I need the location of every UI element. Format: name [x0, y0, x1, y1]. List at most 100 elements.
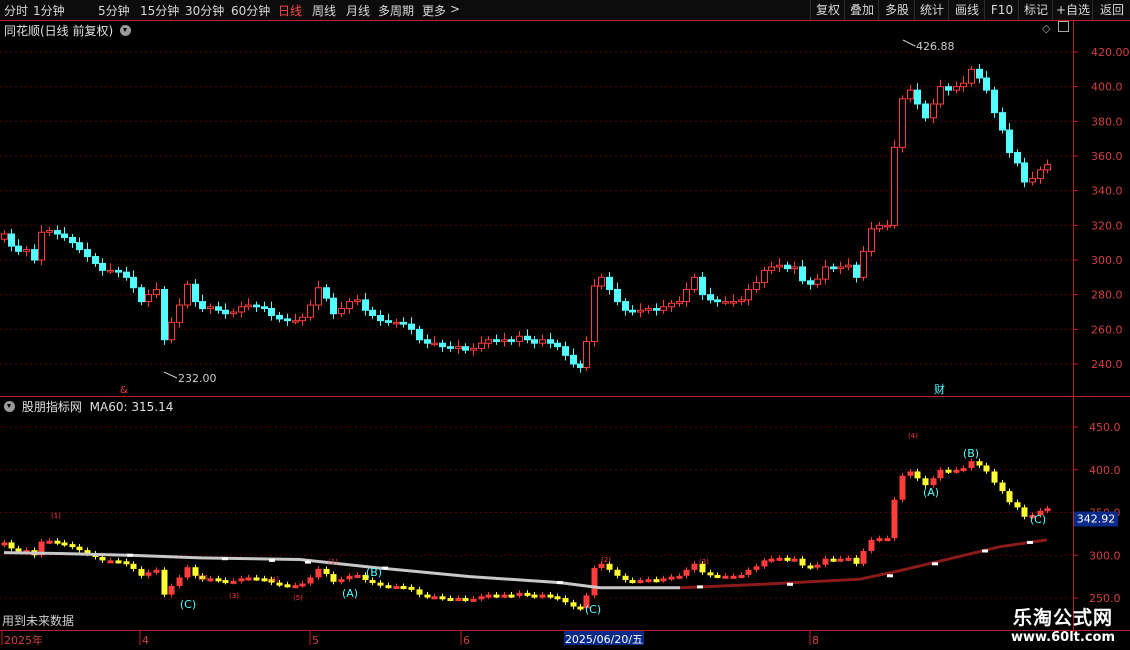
- ind-bar: [455, 598, 462, 601]
- ind-bar: [637, 580, 644, 584]
- candle-body: [668, 302, 675, 308]
- candle-body: [776, 264, 783, 268]
- ind-bar: [547, 594, 554, 598]
- watermark-title: 乐淘公式网: [1012, 607, 1113, 629]
- ind-bar: [330, 574, 337, 582]
- candle-body: [130, 276, 137, 289]
- candle-body: [1037, 169, 1044, 180]
- candle-body: [968, 68, 975, 84]
- main-y-tick: 400.0: [1091, 81, 1123, 94]
- ind-bar: [598, 563, 605, 569]
- ind-bar: [714, 574, 721, 578]
- ind-bar: [8, 542, 15, 549]
- candle-body: [46, 230, 53, 233]
- main-y-tick: 300.0: [1091, 254, 1123, 267]
- ind-bar: [570, 602, 577, 607]
- candle-body: [447, 346, 454, 349]
- ind-bar: [614, 569, 621, 576]
- count-marker: (2): [198, 574, 208, 582]
- candle-body: [393, 321, 400, 325]
- candle-body: [876, 224, 883, 230]
- candle-body: [606, 276, 613, 290]
- candle-body: [338, 308, 345, 315]
- wave-label: (C): [180, 598, 196, 611]
- candle-body: [31, 249, 38, 261]
- current-value: 342.92: [1077, 513, 1116, 526]
- ind-bar: [485, 594, 492, 598]
- candle-body: [753, 282, 760, 290]
- ma-marker: [787, 582, 793, 586]
- ind-bar: [1014, 502, 1021, 508]
- ind-bar: [478, 596, 485, 600]
- candle-body: [853, 264, 860, 278]
- ind-bar: [145, 572, 152, 576]
- ind-y-tick: 300.0: [1089, 549, 1121, 562]
- ind-bar: [377, 582, 384, 586]
- ind-bar: [299, 583, 306, 587]
- future-data-note: 用到未来数据: [2, 613, 74, 628]
- count-marker: (2): [601, 556, 611, 564]
- ind-bar: [830, 558, 837, 562]
- ind-bar: [439, 596, 446, 600]
- ma-marker: [887, 574, 893, 578]
- ind-bar: [54, 540, 61, 544]
- candle-body: [470, 347, 477, 351]
- ind-bar: [470, 598, 477, 602]
- candle-body: [714, 299, 721, 303]
- ind-bar: [447, 598, 454, 601]
- ma-marker: [382, 566, 388, 570]
- candle-body: [408, 323, 415, 330]
- candle-body: [284, 318, 291, 322]
- candle-body: [439, 342, 446, 348]
- ind-bar: [853, 557, 860, 564]
- low-label: 232.00: [178, 372, 217, 385]
- ind-bar: [408, 586, 415, 590]
- ind-bar: [539, 594, 546, 598]
- ma-marker: [127, 553, 133, 557]
- kline-chart[interactable]: 420.00 400.0 380.0 360.0 340.0 320.0 300.0 280.…: [0, 0, 1130, 650]
- ind-bar: [130, 563, 137, 569]
- candle-body: [253, 304, 260, 308]
- count-marker: (1): [51, 512, 61, 520]
- candle-body: [153, 288, 160, 296]
- ind-bar: [99, 556, 106, 561]
- ma-marker: [305, 560, 311, 564]
- candle-body: [554, 342, 561, 348]
- candle-body: [307, 304, 314, 318]
- candle-body: [837, 266, 844, 270]
- candle-body: [807, 280, 814, 285]
- ind-bar: [307, 577, 314, 584]
- ind-bar: [668, 576, 675, 580]
- ind-bar: [123, 561, 130, 565]
- wave-label: (B): [963, 447, 979, 460]
- candle-body: [199, 301, 206, 310]
- candle-body: [676, 301, 683, 304]
- candle-body: [377, 314, 384, 322]
- candle-body: [184, 283, 191, 306]
- ind-bar: [683, 569, 690, 576]
- candle-body: [516, 335, 523, 342]
- candle-body: [976, 68, 983, 79]
- candle-body: [145, 294, 152, 303]
- ind-bar: [176, 577, 183, 587]
- candle-body: [707, 294, 714, 301]
- candle-body: [814, 278, 821, 285]
- candle-body: [868, 228, 875, 252]
- ind-bar: [493, 594, 500, 598]
- event-marker: &: [120, 385, 128, 396]
- candle-body: [323, 287, 330, 299]
- candle-body: [722, 301, 729, 304]
- main-y-tick: 280.0: [1091, 289, 1123, 302]
- candle-body: [983, 77, 990, 91]
- candle-body: [653, 308, 660, 311]
- candle-body: [346, 301, 353, 310]
- ind-bar: [799, 558, 806, 566]
- wave-label: (A): [923, 486, 939, 499]
- ind-bar: [968, 461, 975, 469]
- main-y-tick: 340.0: [1091, 185, 1123, 198]
- ind-bar: [222, 580, 229, 584]
- candle-body: [999, 112, 1006, 131]
- ind-bar: [676, 575, 683, 579]
- candle-body: [1014, 152, 1021, 164]
- count-marker: (4): [269, 576, 279, 584]
